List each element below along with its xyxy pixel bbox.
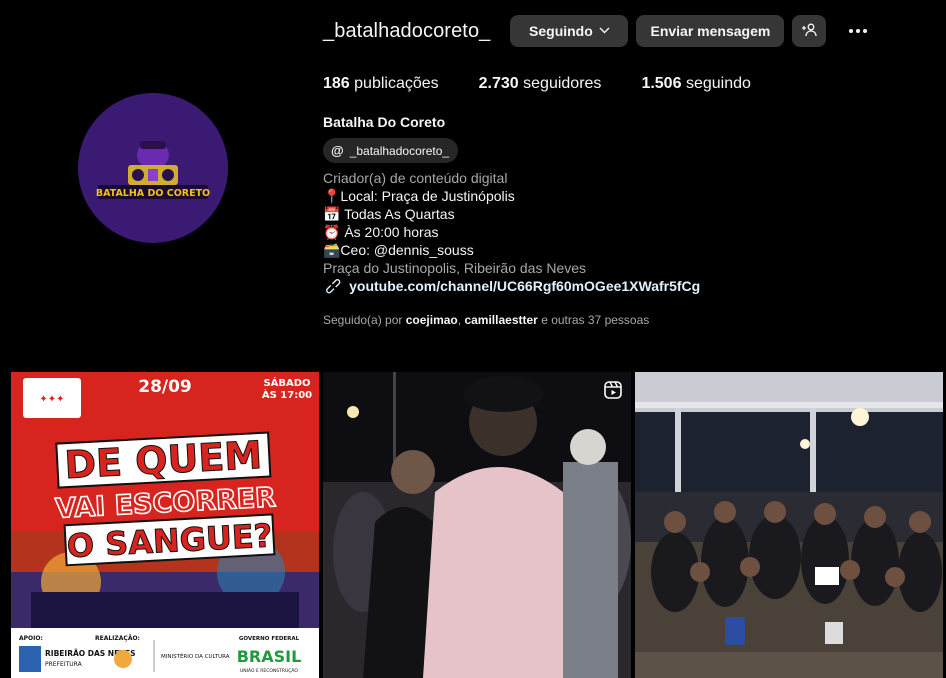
bio-line: 📍Local: Praça de Justinópolis [323, 188, 515, 204]
full-name: Batalha Do Coreto [323, 114, 446, 130]
followers-count[interactable]: 2.730 seguidores [479, 75, 602, 93]
bio-address: Praça do Justinopolis, Ribeirão das Neve… [323, 260, 587, 276]
poster-date: 28/09 [138, 377, 192, 397]
send-message-button[interactable]: Enviar mensagem [636, 15, 785, 47]
post-tile[interactable] [635, 372, 943, 678]
threads-link[interactable]: @ _batalhadocoreto_ [323, 138, 459, 163]
username: _batalhadocoreto_ [323, 19, 491, 42]
profile-header: _batalhadocoreto_ Seguindo Enviar mensag… [323, 15, 870, 47]
suggest-users-button[interactable] [792, 15, 827, 47]
poster-day: SÁBADO [263, 376, 310, 389]
poster-support: APOIO: [19, 635, 43, 642]
follower-name: camillaestter [464, 313, 538, 327]
poster-time: ÀS 17:00 [262, 388, 312, 401]
svg-text:✦✦✦: ✦✦✦ [39, 394, 64, 405]
post-tile[interactable]: ✦✦✦ 28/09 SÁBADO ÀS 17:00 DE QUEM VAI ES… [11, 372, 319, 678]
profile-stats: 186 publicações 2.730 seguidores 1.506 s… [323, 75, 791, 93]
threads-handle: _batalhadocoreto_ [349, 143, 450, 158]
bio-line: ⏰ Às 20:00 horas [323, 224, 439, 240]
bio-category: Criador(a) de conteúdo digital [323, 170, 508, 186]
bio-line: 🗃️Ceo: @dennis_souss [323, 242, 474, 258]
poster-gov: GOVERNO FEDERAL [239, 636, 300, 642]
following-count[interactable]: 1.506 seguindo [641, 75, 750, 93]
following-button-label: Seguindo [529, 23, 593, 39]
send-message-label: Enviar mensagem [650, 23, 771, 39]
profile-bio: Criador(a) de conteúdo digital 📍Local: P… [321, 169, 701, 298]
poster-city-sub: PREFEITURA [45, 661, 83, 668]
post-tile-reel[interactable] [323, 372, 631, 678]
follower-name: coejimao [405, 313, 458, 327]
poster-sponsor: REALIZAÇÃO: [95, 635, 140, 642]
posts-count: 186 publicações [323, 75, 439, 92]
bio-link-text: youtube.com/channel/UC66Rgf60mOGee1XWafr… [349, 278, 701, 294]
poster-ministry: MINISTÉRIO DA CULTURA [161, 652, 230, 660]
poster-gov-sub: UNIÃO E RECONSTRUÇÃO [240, 667, 298, 674]
posts-grid: ✦✦✦ 28/09 SÁBADO ÀS 17:00 DE QUEM VAI ES… [11, 372, 943, 678]
bio-link[interactable]: ⊂⊃ youtube.com/channel/UC66Rgf60mOGee1XW… [321, 274, 701, 298]
profile-avatar[interactable]: BATALHA DO CORETO [78, 93, 228, 243]
more-options-icon[interactable] [846, 19, 870, 43]
reels-icon [603, 380, 623, 400]
poster-brasil: BRASIL [237, 647, 302, 666]
bio-line: 📅 Todas As Quartas [323, 206, 455, 222]
following-button[interactable]: Seguindo [510, 15, 629, 47]
add-user-icon [801, 22, 818, 41]
threads-icon: @ [331, 143, 344, 158]
followed-by[interactable]: Seguido(a) por coejimao, camillaestter e… [323, 313, 649, 327]
chevron-down-icon [599, 25, 610, 37]
avatar-logo-text: BATALHA DO CORETO [96, 188, 210, 199]
